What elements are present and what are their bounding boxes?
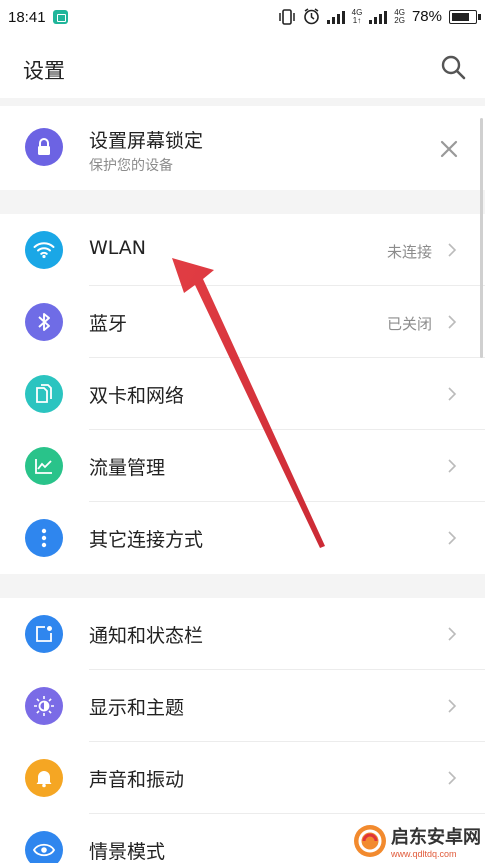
settings-item-sim-network[interactable]: 双卡和网络 <box>0 358 485 430</box>
bluetooth-status: 已关闭 <box>386 315 432 333</box>
connections-section: WLAN 未连接 蓝牙 已关闭 双卡和网络 流量管理 其它连接方式 <box>0 214 485 574</box>
bell-icon <box>25 759 63 797</box>
wifi-icon <box>25 231 63 269</box>
scene-mode-label: 情景模式 <box>89 841 166 863</box>
battery-icon <box>449 9 481 24</box>
traffic-chart-icon <box>25 447 63 485</box>
settings-item-wlan[interactable]: WLAN 未连接 <box>0 214 485 286</box>
watermark-url: www.qdltdq.com <box>391 849 457 859</box>
lock-icon <box>25 128 63 166</box>
sim-network-label: 双卡和网络 <box>89 385 185 407</box>
other-connections-label: 其它连接方式 <box>89 529 204 551</box>
lock-suggestion-card: 设置屏幕锁定 保护您的设备 <box>0 106 485 190</box>
chevron-right-icon <box>448 627 457 641</box>
bluetooth-label: 蓝牙 <box>89 313 128 335</box>
network-type-2: 4G 2G <box>394 7 405 25</box>
settings-item-other-connections[interactable]: 其它连接方式 <box>0 502 485 574</box>
settings-item-display-theme[interactable]: 显示和主题 <box>0 670 485 742</box>
signal-icon-2 <box>369 10 388 24</box>
eye-icon <box>25 831 63 863</box>
sound-vibration-label: 声音和振动 <box>89 769 185 791</box>
status-icons: 4G 1↑ 4G 2G 78% <box>278 7 481 25</box>
chevron-right-icon <box>448 315 457 329</box>
network-type-1: 4G 1↑ <box>351 7 363 25</box>
settings-item-notifications[interactable]: 通知和状态栏 <box>0 598 485 670</box>
chevron-right-icon <box>448 459 457 473</box>
notifications-label: 通知和状态栏 <box>89 625 204 647</box>
alarm-icon <box>303 8 319 25</box>
status-bar: 18:41 4G 1↑ 4G 2G 78% <box>0 0 485 36</box>
chevron-right-icon <box>448 387 457 401</box>
settings-item-bluetooth[interactable]: 蓝牙 已关闭 <box>0 286 485 358</box>
bluetooth-icon <box>25 303 63 341</box>
settings-item-traffic[interactable]: 流量管理 <box>0 430 485 502</box>
display-theme-label: 显示和主题 <box>89 697 185 719</box>
watermark-name: 启东安卓网 <box>391 827 481 847</box>
vibrate-icon <box>278 8 295 25</box>
watermark-logo-icon <box>354 825 386 857</box>
settings-item-sound-vibration[interactable]: 声音和振动 <box>0 742 485 814</box>
status-time: 18:41 <box>8 9 46 26</box>
close-icon[interactable] <box>439 139 459 159</box>
screen-lock-subtitle: 保护您的设备 <box>89 158 173 174</box>
set-screen-lock-item[interactable]: 设置屏幕锁定 保护您的设备 <box>0 106 485 190</box>
watermark: 启东安卓网 www.qdltdq.com <box>353 823 481 859</box>
chevron-right-icon <box>448 699 457 713</box>
screen-lock-title: 设置屏幕锁定 <box>89 130 204 152</box>
chevron-right-icon <box>448 771 457 785</box>
wlan-label: WLAN <box>89 237 147 259</box>
signal-icon <box>326 10 345 24</box>
sim-icon <box>25 375 63 413</box>
screenshot-icon <box>53 10 68 24</box>
brightness-icon <box>25 687 63 725</box>
traffic-label: 流量管理 <box>89 457 166 479</box>
battery-percent: 78% <box>411 8 442 25</box>
chevron-right-icon <box>448 243 457 257</box>
search-icon[interactable] <box>440 54 466 80</box>
chevron-right-icon <box>448 531 457 545</box>
app-header: 设置 <box>0 36 485 98</box>
more-icon <box>25 519 63 557</box>
scrollbar[interactable] <box>480 118 483 358</box>
notification-icon <box>25 615 63 653</box>
wlan-status: 未连接 <box>386 243 432 261</box>
page-title: 设置 <box>23 59 65 83</box>
